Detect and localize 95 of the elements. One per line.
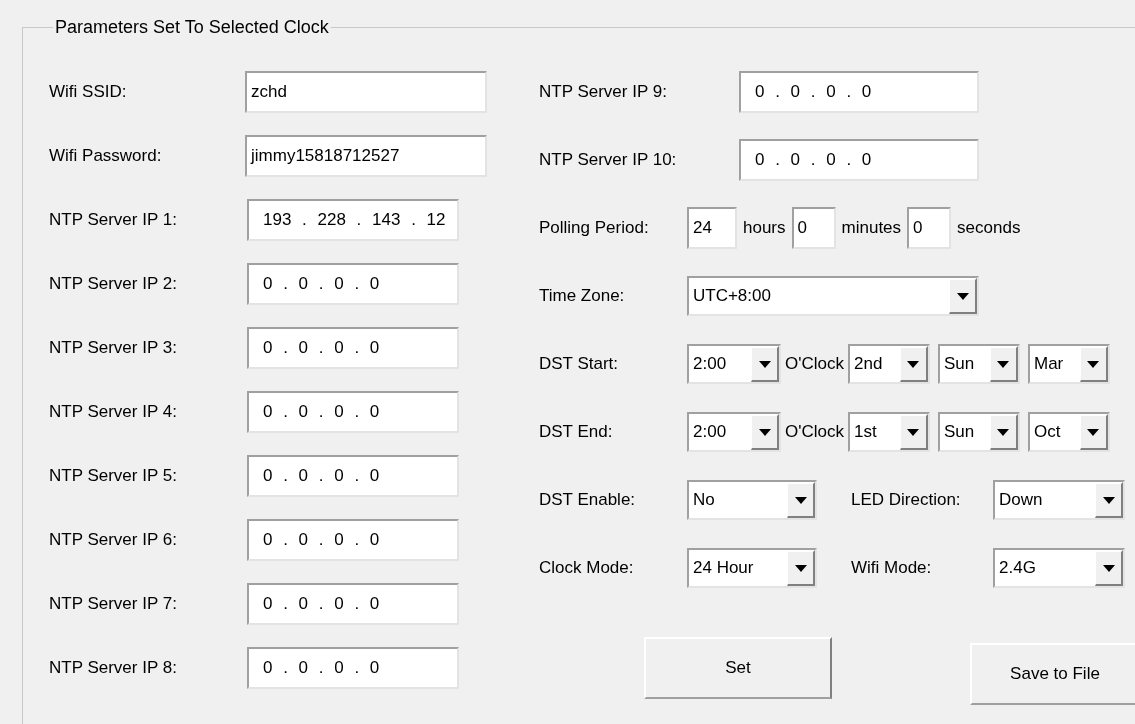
field-label: NTP Server IP 9:: [539, 81, 668, 104]
dropdown-arrow-button[interactable]: [751, 414, 779, 450]
ip-address-field[interactable]: 0 . 0 . 0 . 0: [247, 327, 459, 369]
field-label: Wifi Password:: [49, 145, 163, 168]
field-label: NTP Server IP 2:: [49, 273, 178, 296]
dropdown-value: 1st: [854, 421, 877, 444]
dropdown[interactable]: No: [687, 480, 817, 520]
ip-address-field[interactable]: 193 . 228 . 143 . 12: [247, 199, 459, 241]
dropdown[interactable]: 2:00: [687, 412, 781, 452]
caret-icon: [907, 360, 920, 368]
ip-address-field[interactable]: 0 . 0 . 0 . 0: [247, 455, 459, 497]
dropdown-value: 2nd: [854, 353, 883, 376]
dropdown[interactable]: 1st: [848, 412, 930, 452]
dropdown-arrow-button[interactable]: [787, 550, 815, 586]
field-label: NTP Server IP 1:: [49, 209, 178, 232]
input-field[interactable]: 24: [687, 207, 737, 249]
ip-address-field[interactable]: 0 . 0 . 0 . 0: [247, 263, 459, 305]
dropdown-arrow-button[interactable]: [1080, 346, 1108, 382]
field-label: NTP Server IP 10:: [539, 149, 678, 172]
suffix-label: O'Clock: [785, 353, 844, 376]
unit-label: seconds: [957, 217, 1021, 240]
caret-icon: [758, 360, 771, 368]
dropdown[interactable]: Sun: [938, 344, 1020, 384]
input-field[interactable]: 0: [907, 207, 952, 249]
field-label: NTP Server IP 8:: [49, 657, 178, 680]
dropdown-value: UTC+8:00: [693, 285, 771, 308]
field-label: NTP Server IP 5:: [49, 465, 178, 488]
dropdown[interactable]: UTC+8:00: [687, 276, 979, 316]
set-button[interactable]: Set: [644, 637, 832, 699]
field-label: NTP Server IP 7:: [49, 593, 178, 616]
dropdown[interactable]: 24 Hour: [687, 548, 817, 588]
dropdown[interactable]: Oct: [1028, 412, 1110, 452]
field-label: LED Direction:: [851, 489, 962, 512]
dropdown[interactable]: 2.4G: [993, 548, 1125, 588]
caret-icon: [907, 428, 920, 436]
ip-address-field[interactable]: 0 . 0 . 0 . 0: [247, 647, 459, 689]
dropdown-arrow-button[interactable]: [990, 346, 1018, 382]
suffix-label: O'Clock: [785, 421, 844, 444]
dropdown-arrow-button[interactable]: [1080, 414, 1108, 450]
field-label: DST End:: [539, 421, 614, 444]
caret-icon: [758, 428, 771, 436]
caret-icon: [997, 360, 1010, 368]
caret-icon: [1087, 360, 1100, 368]
caret-icon: [1102, 564, 1115, 572]
caret-icon: [997, 428, 1010, 436]
ip-address-field[interactable]: 0 . 0 . 0 . 0: [739, 71, 979, 113]
dropdown[interactable]: Down: [993, 480, 1125, 520]
dropdown-value: 24 Hour: [693, 557, 754, 580]
ip-address-field[interactable]: 0 . 0 . 0 . 0: [247, 519, 459, 561]
input-field[interactable]: 0: [791, 207, 836, 249]
dropdown-value: No: [693, 489, 715, 512]
dropdown[interactable]: 2nd: [848, 344, 930, 384]
input-field[interactable]: jimmy15818712527: [245, 135, 487, 177]
dropdown-arrow-button[interactable]: [900, 346, 928, 382]
dropdown-value: 2:00: [693, 421, 727, 444]
dropdown-value: Down: [999, 489, 1043, 512]
field-label: NTP Server IP 6:: [49, 529, 178, 552]
dropdown-arrow-button[interactable]: [990, 414, 1018, 450]
group-title: Parameters Set To Selected Clock: [54, 16, 330, 39]
dropdown-arrow-button[interactable]: [900, 414, 928, 450]
dropdown-value: Sun: [944, 353, 975, 376]
dropdown[interactable]: Sun: [938, 412, 1020, 452]
unit-label: minutes: [841, 217, 902, 240]
dropdown-value: Mar: [1034, 353, 1064, 376]
save-button[interactable]: Save to File: [970, 643, 1135, 705]
field-label: NTP Server IP 3:: [49, 337, 178, 360]
field-label: Polling Period:: [539, 217, 650, 240]
ip-address-field[interactable]: 0 . 0 . 0 . 0: [739, 139, 979, 181]
dropdown-value: Sun: [944, 421, 975, 444]
caret-icon: [956, 292, 969, 300]
ip-address-field[interactable]: 0 . 0 . 0 . 0: [247, 583, 459, 625]
dropdown-arrow-button[interactable]: [787, 482, 815, 518]
field-label: DST Enable:: [539, 489, 637, 512]
field-label: Time Zone:: [539, 285, 626, 308]
dropdown-value: 2:00: [693, 353, 727, 376]
caret-icon: [794, 564, 807, 572]
dropdown-value: Oct: [1034, 421, 1061, 444]
unit-label: hours: [743, 217, 786, 240]
dropdown-arrow-button[interactable]: [1095, 550, 1123, 586]
dropdown-arrow-button[interactable]: [949, 278, 977, 314]
dropdown[interactable]: 2:00: [687, 344, 781, 384]
caret-icon: [1102, 496, 1115, 504]
dropdown-arrow-button[interactable]: [751, 346, 779, 382]
ip-address-field[interactable]: 0 . 0 . 0 . 0: [247, 391, 459, 433]
field-label: Wifi SSID:: [49, 81, 128, 104]
field-label: Wifi Mode:: [851, 557, 933, 580]
dropdown-value: 2.4G: [999, 557, 1036, 580]
caret-icon: [794, 496, 807, 504]
field-label: Clock Mode:: [539, 557, 635, 580]
caret-icon: [1087, 428, 1100, 436]
field-label: DST Start:: [539, 353, 620, 376]
input-field[interactable]: zchd: [245, 71, 487, 113]
dropdown[interactable]: Mar: [1028, 344, 1110, 384]
field-label: NTP Server IP 4:: [49, 401, 178, 424]
dropdown-arrow-button[interactable]: [1095, 482, 1123, 518]
